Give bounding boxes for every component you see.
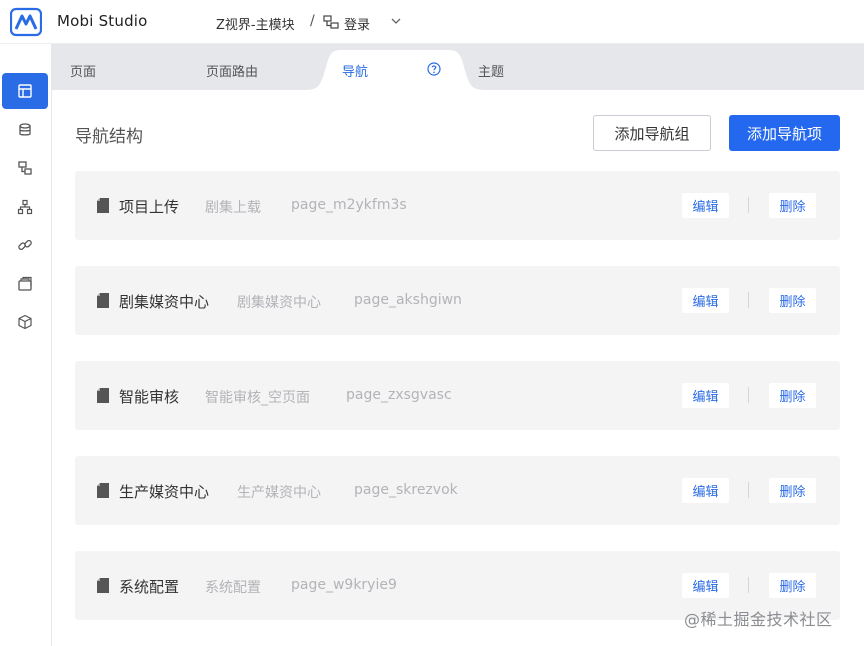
org-tree-icon: [17, 199, 33, 215]
sidebar-item-cube[interactable]: [2, 304, 48, 340]
nav-item-row: 剧集媒资中心 剧集媒资中心 page_akshgiwn 编辑 删除: [75, 266, 840, 335]
document-icon: [97, 388, 109, 403]
nav-item-name: 生产媒资中心: [119, 483, 210, 501]
sidebar-item-link[interactable]: [2, 227, 48, 263]
top-bar: Mobi Studio Z视界-主模块 / 登录: [0, 0, 864, 44]
nav-item-row: 智能审核 智能审核_空页面 page_zxsgvasc 编辑 删除: [75, 361, 840, 430]
tab-navigation[interactable]: 导航: [342, 61, 368, 80]
chevron-down-icon[interactable]: [390, 15, 402, 27]
active-tab-background: [304, 50, 486, 90]
sidebar-item-stack[interactable]: [2, 266, 48, 302]
breadcrumb-project[interactable]: Z视界-主模块: [216, 14, 295, 33]
add-nav-item-button[interactable]: 添加导航项: [729, 115, 840, 151]
nav-item-page-code: page_akshgiwn: [354, 292, 462, 308]
delete-button[interactable]: 删除: [769, 288, 816, 313]
delete-button[interactable]: 删除: [769, 478, 816, 503]
nav-item-page-code: page_w9kryie9: [291, 577, 397, 593]
nav-item-page-code: page_zxsgvasc: [346, 387, 452, 403]
sidebar: [0, 44, 52, 646]
nav-item-page-code: page_skrezvok: [354, 482, 458, 498]
app-name: Mobi Studio: [57, 12, 148, 30]
nav-item-page-title: 生产媒资中心: [237, 485, 321, 501]
edit-button[interactable]: 编辑: [682, 288, 729, 313]
layout-icon: [18, 84, 32, 98]
main-content: 导航结构 添加导航组 添加导航项 项目上传 剧集上载 page_m2ykfm3s…: [52, 90, 864, 646]
page-tree-icon: [323, 15, 339, 29]
nav-item-row: 生产媒资中心 生产媒资中心 page_skrezvok 编辑 删除: [75, 456, 840, 525]
nav-item-name: 系统配置: [119, 578, 180, 596]
edit-button[interactable]: 编辑: [682, 573, 729, 598]
divider: [748, 387, 749, 403]
delete-button[interactable]: 删除: [769, 193, 816, 218]
divider: [748, 292, 749, 308]
page-title: 导航结构: [75, 127, 143, 147]
edit-button[interactable]: 编辑: [682, 193, 729, 218]
breadcrumb-page[interactable]: 登录: [344, 14, 370, 33]
tab-strip: 页面 页面路由 导航 主题: [52, 44, 864, 90]
add-nav-group-button[interactable]: 添加导航组: [593, 115, 711, 151]
sidebar-item-org-tree[interactable]: [2, 189, 48, 225]
sidebar-item-pages[interactable]: [2, 150, 48, 186]
document-icon: [97, 198, 109, 213]
breadcrumb-separator: /: [310, 13, 315, 29]
mobi-logo-icon: [10, 7, 42, 37]
help-icon[interactable]: [427, 62, 441, 76]
edit-button[interactable]: 编辑: [682, 478, 729, 503]
document-icon: [97, 293, 109, 308]
nav-item-name: 智能审核: [119, 388, 180, 406]
tab-theme[interactable]: 主题: [478, 61, 504, 80]
divider: [748, 197, 749, 213]
delete-button[interactable]: 删除: [769, 573, 816, 598]
nav-item-row: 项目上传 剧集上载 page_m2ykfm3s 编辑 删除: [75, 171, 840, 240]
tab-pages[interactable]: 页面: [70, 61, 96, 80]
nav-item-page-title: 剧集上载: [205, 200, 261, 216]
watermark: @稀土掘金技术社区: [684, 610, 833, 629]
sidebar-item-layout[interactable]: [2, 73, 48, 109]
cube-icon: [18, 314, 32, 330]
stack-icon: [18, 276, 32, 291]
nav-item-name: 项目上传: [119, 198, 180, 216]
nav-item-name: 剧集媒资中心: [119, 293, 210, 311]
delete-button[interactable]: 删除: [769, 383, 816, 408]
divider: [748, 577, 749, 593]
nav-item-page-title: 系统配置: [205, 580, 261, 596]
nav-item-page-title: 智能审核_空页面: [205, 390, 310, 406]
nav-item-page-code: page_m2ykfm3s: [291, 197, 407, 213]
document-icon: [97, 483, 109, 498]
pages-icon: [18, 161, 32, 175]
database-icon: [19, 123, 31, 136]
tab-page-routes[interactable]: 页面路由: [206, 61, 258, 80]
document-icon: [97, 578, 109, 593]
sidebar-item-database[interactable]: [2, 112, 48, 148]
link-icon: [18, 239, 32, 251]
divider: [748, 482, 749, 498]
edit-button[interactable]: 编辑: [682, 383, 729, 408]
nav-item-page-title: 剧集媒资中心: [237, 295, 321, 311]
